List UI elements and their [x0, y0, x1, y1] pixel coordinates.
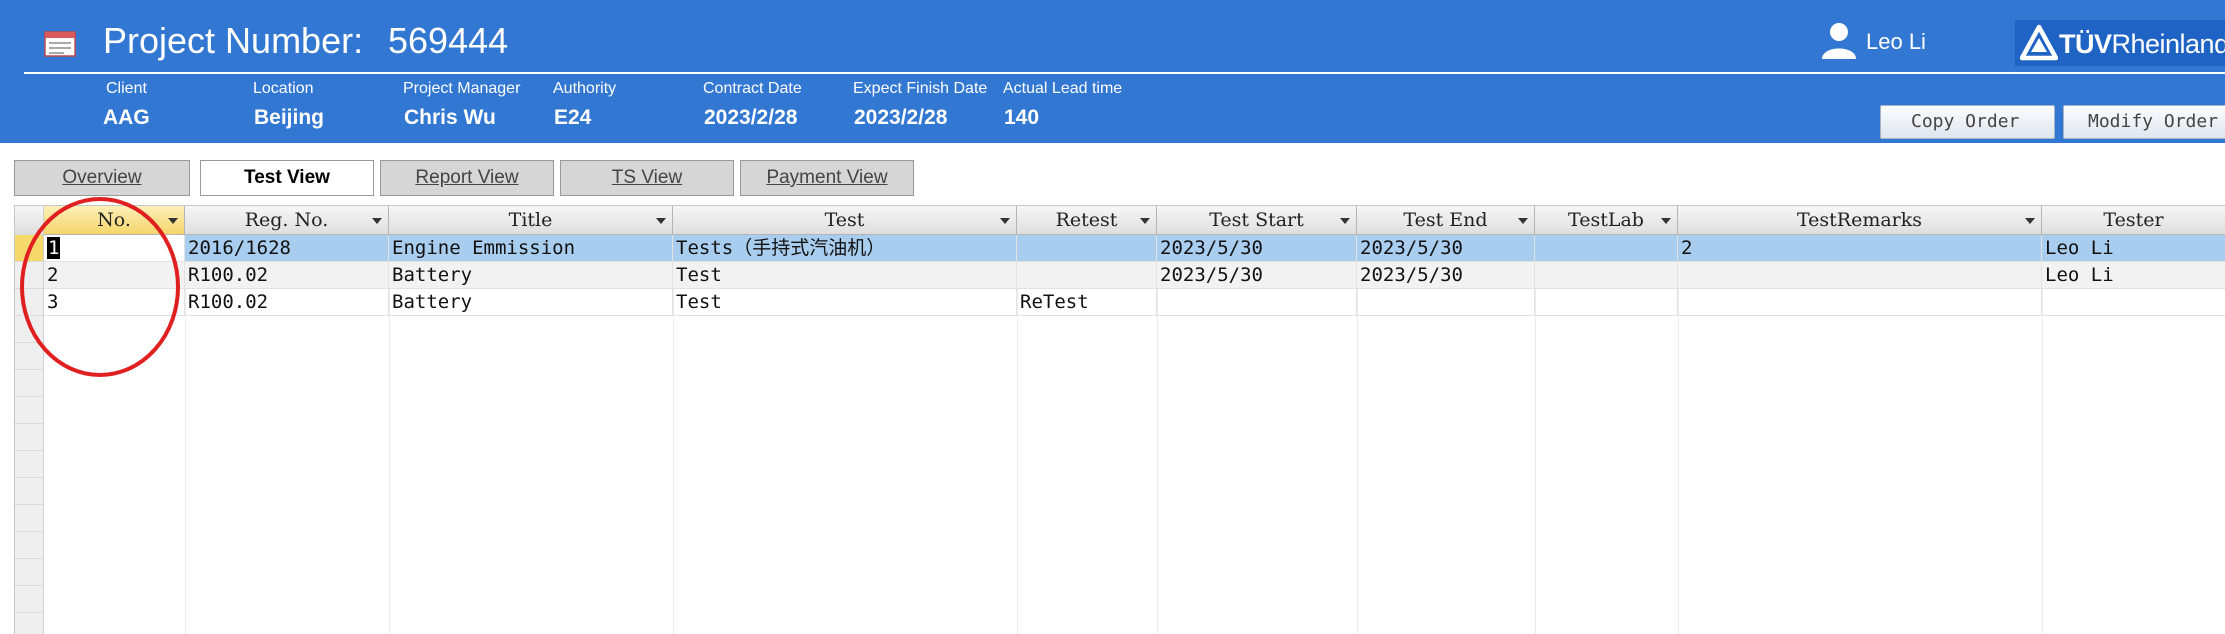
test-datasheet: No. Reg. No. Title Test Retest Test Star… — [14, 205, 2225, 634]
location-label: Location — [253, 80, 314, 97]
cell-test-end[interactable]: 2023/5/30 — [1357, 235, 1535, 262]
header-divider — [24, 72, 2225, 74]
modify-order-button[interactable]: Modify Order — [2063, 105, 2225, 139]
cell-test-lab[interactable] — [1535, 235, 1678, 262]
cell-retest[interactable]: ReTest — [1017, 289, 1157, 316]
cell-title[interactable]: Battery — [389, 289, 673, 316]
column-header-retest[interactable]: Retest — [1017, 206, 1157, 235]
filter-dropdown-icon[interactable] — [1661, 218, 1671, 224]
table-row[interactable]: 3 R100.02 Battery Test ReTest — [44, 289, 2225, 316]
cell-test-end[interactable] — [1357, 289, 1535, 316]
row-selector[interactable] — [15, 505, 43, 532]
column-header-test-start[interactable]: Test Start — [1157, 206, 1357, 235]
cell-retest[interactable] — [1017, 262, 1157, 289]
filter-dropdown-icon[interactable] — [372, 218, 382, 224]
filter-dropdown-icon[interactable] — [1000, 218, 1010, 224]
column-header-row: No. Reg. No. Title Test Retest Test Star… — [44, 206, 2225, 235]
authority-value: E24 — [554, 106, 592, 129]
user-name: Leo Li — [1866, 29, 1926, 54]
cell-tester[interactable]: Leo Li — [2042, 262, 2225, 289]
cell-test-remarks[interactable] — [1678, 289, 2042, 316]
client-label: Client — [106, 80, 147, 97]
client-value: AAG — [103, 106, 150, 129]
tab-payment-view[interactable]: Payment View — [740, 160, 914, 196]
table-row[interactable]: 1 2016/1628 Engine Emmission Tests（手持式汽油… — [44, 235, 2225, 262]
expect-finish-date-label: Expect Finish Date — [853, 80, 988, 97]
cell-reg-no[interactable]: R100.02 — [185, 289, 389, 316]
project-manager-value: Chris Wu — [404, 106, 496, 129]
column-header-tester[interactable]: Tester — [2042, 206, 2225, 235]
cell-test-start[interactable]: 2023/5/30 — [1157, 235, 1357, 262]
form-icon — [44, 31, 76, 57]
expect-finish-date-value: 2023/2/28 — [854, 106, 948, 129]
cell-test-remarks[interactable] — [1678, 262, 2042, 289]
column-header-test[interactable]: Test — [673, 206, 1017, 235]
cell-test-remarks[interactable]: 2 — [1678, 235, 2042, 262]
project-manager-label: Project Manager — [403, 80, 521, 97]
cell-test-lab[interactable] — [1535, 289, 1678, 316]
cell-test-lab[interactable] — [1535, 262, 1678, 289]
column-header-test-lab[interactable]: TestLab — [1535, 206, 1678, 235]
row-selector[interactable] — [15, 424, 43, 451]
copy-order-button[interactable]: Copy Order — [1880, 105, 2055, 139]
tuv-rheinland-logo: TÜVRheinland — [2015, 20, 2225, 66]
tab-test-view[interactable]: Test View — [200, 160, 374, 196]
column-header-test-end[interactable]: Test End — [1357, 206, 1535, 235]
cell-tester[interactable] — [2042, 289, 2225, 316]
row-selector[interactable] — [15, 397, 43, 424]
brand-text: TÜVRheinland — [2059, 29, 2225, 59]
project-number-value: 569444 — [388, 20, 509, 61]
row-selector[interactable] — [15, 613, 43, 634]
row-selector[interactable] — [15, 559, 43, 586]
header-bar: Project Number: 569444 Leo Li TÜVRheinla… — [0, 0, 2225, 143]
cell-test[interactable]: Test — [673, 289, 1017, 316]
tab-ts-view[interactable]: TS View — [560, 160, 734, 196]
cell-title[interactable]: Engine Emmission — [389, 235, 673, 262]
cell-tester[interactable]: Leo Li — [2042, 235, 2225, 262]
actual-lead-time-label: Actual Lead time — [1003, 80, 1123, 97]
column-header-reg-no[interactable]: Reg. No. — [185, 206, 389, 235]
user-icon — [1822, 23, 1856, 59]
cell-retest[interactable] — [1017, 235, 1157, 262]
row-selector[interactable] — [15, 586, 43, 613]
cell-title[interactable]: Battery — [389, 262, 673, 289]
row-selector[interactable] — [15, 478, 43, 505]
filter-dropdown-icon[interactable] — [1518, 218, 1528, 224]
contract-date-value: 2023/2/28 — [704, 106, 798, 129]
cell-test-start[interactable]: 2023/5/30 — [1157, 262, 1357, 289]
authority-label: Authority — [553, 80, 617, 97]
filter-dropdown-icon[interactable] — [1340, 218, 1350, 224]
cell-reg-no[interactable]: 2016/1628 — [185, 235, 389, 262]
table-row[interactable]: 2 R100.02 Battery Test 2023/5/30 2023/5/… — [44, 262, 2225, 289]
cell-test[interactable]: Test — [673, 262, 1017, 289]
column-header-title[interactable]: Title — [389, 206, 673, 235]
filter-dropdown-icon[interactable] — [1140, 218, 1150, 224]
cell-test-start[interactable] — [1157, 289, 1357, 316]
cell-test[interactable]: Tests（手持式汽油机） — [673, 235, 1017, 262]
row-selector[interactable] — [15, 451, 43, 478]
actual-lead-time-value: 140 — [1004, 106, 1040, 129]
annotation-circle — [20, 197, 180, 377]
filter-dropdown-icon[interactable] — [656, 218, 666, 224]
cell-test-end[interactable]: 2023/5/30 — [1357, 262, 1535, 289]
tuv-triangle-icon — [2020, 24, 2058, 61]
cell-reg-no[interactable]: R100.02 — [185, 262, 389, 289]
project-number-label: Project Number: — [103, 20, 364, 61]
row-selector[interactable] — [15, 532, 43, 559]
contract-date-label: Contract Date — [703, 80, 802, 97]
location-value: Beijing — [254, 106, 325, 129]
column-header-test-remarks[interactable]: TestRemarks — [1678, 206, 2042, 235]
tab-overview[interactable]: Overview — [14, 160, 190, 196]
tab-report-view[interactable]: Report View — [380, 160, 554, 196]
filter-dropdown-icon[interactable] — [2025, 218, 2035, 224]
